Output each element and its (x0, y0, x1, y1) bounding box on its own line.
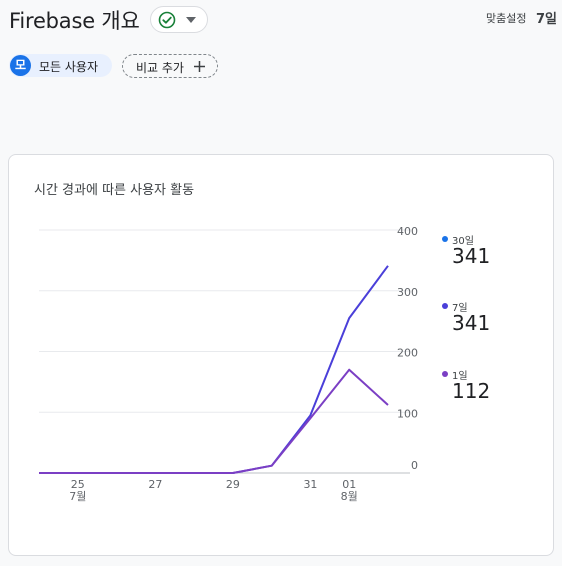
y-tick-label: 200 (397, 347, 418, 360)
legend-dot (442, 236, 448, 242)
user-activity-chart: 0100200300400257월27 29 31 018월 (39, 225, 418, 503)
segment-badge: 모 (10, 55, 31, 76)
legend-value: 341 (452, 311, 491, 335)
plus-icon (194, 61, 205, 72)
y-tick-label: 0 (411, 459, 418, 472)
legend-value: 112 (452, 379, 491, 403)
x-tick-sublabel: 8월 (341, 490, 358, 503)
page-title: Firebase 개요 (9, 9, 140, 33)
y-tick-label: 400 (397, 225, 418, 238)
legend-dot (442, 303, 448, 309)
add-comparison-label: 비교 추가 (136, 61, 184, 75)
x-tick-label: 27 (148, 478, 162, 491)
check-circle-icon (158, 11, 176, 29)
user-activity-card: 시간 경과에 따른 사용자 활동 0 100 200 300 400 25 7월 27 29 31… (8, 154, 554, 556)
x-tick-label: 31 (303, 478, 317, 491)
all-users-chip[interactable]: 모 모든 사용자 (9, 54, 112, 77)
caret-down-icon (186, 17, 196, 23)
series-line (39, 368, 389, 474)
add-comparison-button[interactable]: 비교 추가 (122, 54, 218, 78)
x-tick-sublabel: 7월 (69, 490, 86, 503)
series-line (39, 265, 389, 474)
y-tick-label: 100 (397, 407, 418, 420)
date-range-label[interactable]: 맞춤설정 (486, 10, 526, 26)
status-dropdown[interactable] (150, 6, 208, 33)
all-users-label: 모든 사용자 (39, 60, 99, 74)
legend-value: 341 (452, 244, 491, 268)
x-tick-label: 29 (226, 478, 240, 491)
date-range-value[interactable]: 7일 (536, 8, 557, 27)
y-tick-label: 300 (397, 286, 418, 299)
legend-dot (442, 371, 448, 377)
